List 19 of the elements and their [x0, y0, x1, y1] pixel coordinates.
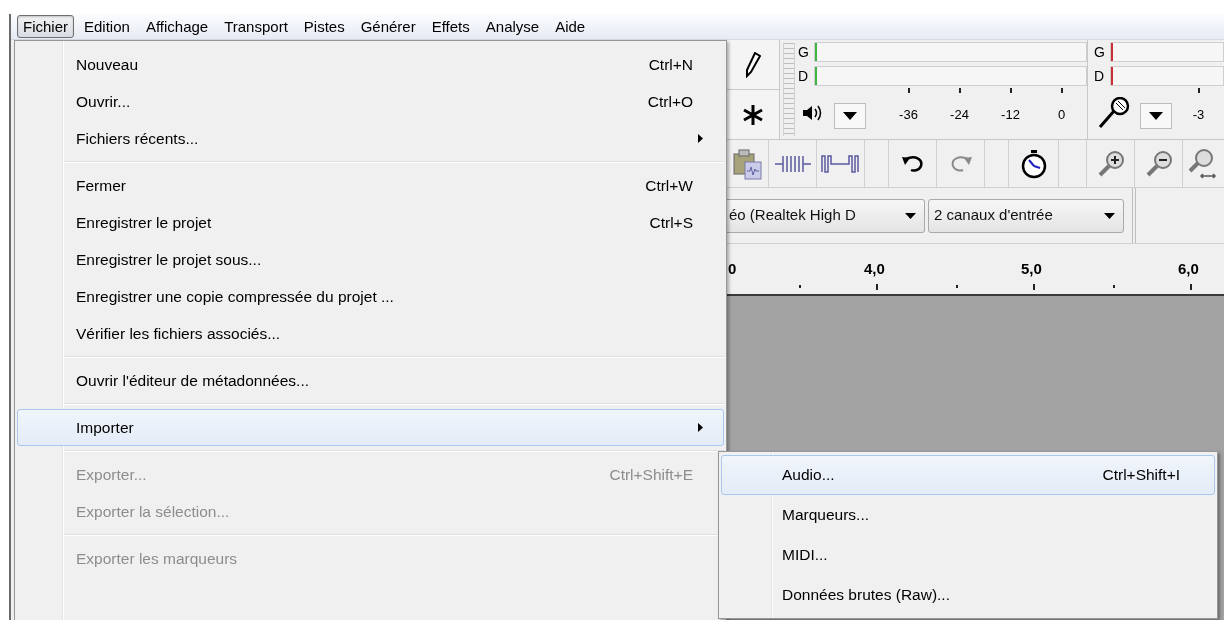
shortcut-label: Ctrl+S [649, 212, 693, 233]
scale-label: -12 [1001, 106, 1020, 124]
ruler-label: 4,0 [864, 259, 885, 279]
shortcut-label: Ctrl+O [647, 91, 693, 112]
channel-label: D [798, 69, 810, 83]
shortcut-label: Ctrl+N [648, 54, 693, 75]
channel-label: G [1094, 45, 1106, 59]
shortcut-label: Ctrl+W [645, 175, 693, 196]
scale-label: -36 [899, 106, 918, 124]
ruler-label: 5,0 [1021, 259, 1042, 279]
shortcut-label: Ctrl+Shift+E [609, 464, 693, 485]
ruler-label: 6,0 [1178, 259, 1199, 279]
channel-label: D [1094, 69, 1106, 83]
scale-label: 0 [1057, 106, 1066, 124]
channel-label: G [798, 45, 810, 59]
scale-label: -3 [1192, 106, 1205, 124]
scale-label: -24 [950, 106, 969, 124]
shortcut-label: Ctrl+Shift+I [1102, 465, 1180, 486]
ruler-label: 0 [728, 259, 737, 279]
